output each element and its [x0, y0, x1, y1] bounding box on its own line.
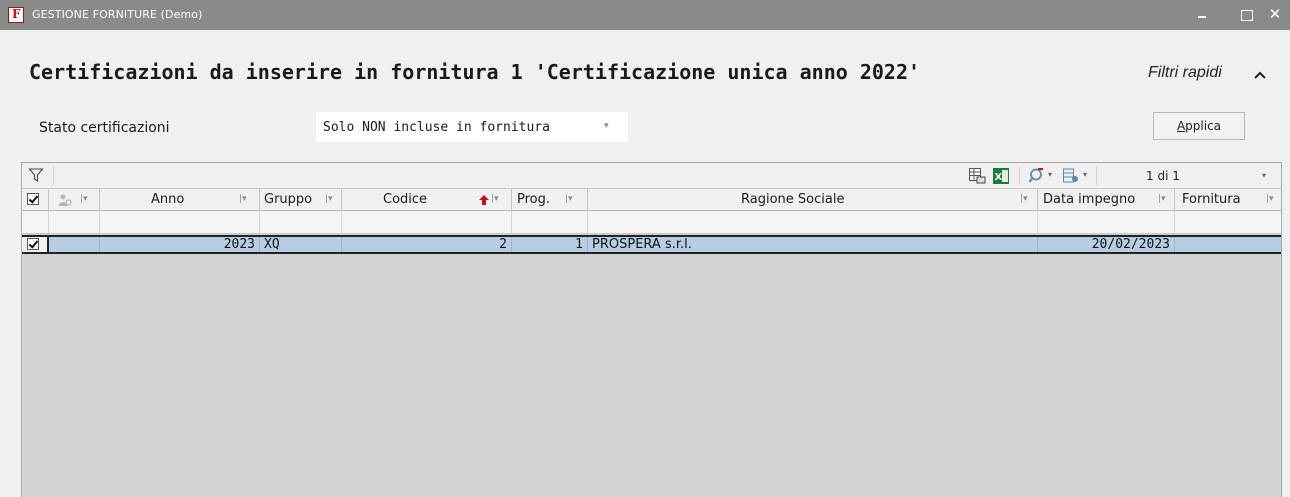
- filter-cell-gruppo[interactable]: [260, 211, 342, 234]
- users-icon: [58, 194, 72, 206]
- excel-export-icon[interactable]: X: [992, 167, 1010, 185]
- search-options-icon[interactable]: [1028, 167, 1046, 185]
- applica-label: pplica: [1185, 119, 1222, 133]
- toolbar-divider: [1019, 167, 1020, 185]
- dropdown-arrow-icon[interactable]: ▾: [1083, 170, 1087, 179]
- cell-ragione-sociale: PROSPERA s.r.l.: [588, 237, 1038, 252]
- cell-owner: [49, 237, 100, 252]
- cell-codice: 2: [342, 237, 512, 252]
- grid-header-row: |▾ Anno |▾ Gruppo |▾ Codice |▾ Prog. |▾ …: [22, 189, 1281, 211]
- dropdown-arrow-icon: ▾: [604, 121, 609, 131]
- column-header-anno[interactable]: Anno |▾: [100, 189, 260, 211]
- filter-cell-prog[interactable]: [512, 211, 588, 234]
- column-filter-icon[interactable]: |▾: [1158, 189, 1166, 210]
- select-all-checkbox[interactable]: [27, 193, 39, 205]
- column-header-owner[interactable]: |▾: [49, 189, 100, 211]
- table-row[interactable]: 2023 XQ 2 1 PROSPERA s.r.l. 20/02/2023: [22, 235, 1281, 254]
- column-label: Anno: [151, 192, 185, 207]
- column-filter-icon[interactable]: |▾: [239, 189, 247, 210]
- column-filter-icon[interactable]: |▾: [325, 189, 333, 210]
- row-select-cell[interactable]: [22, 237, 49, 252]
- filter-cell-anno[interactable]: [100, 211, 260, 234]
- window-title: GESTIONE FORNITURE (Demo): [32, 8, 203, 21]
- certificazioni-grid[interactable]: X ▾ ▾ 1 di 1 ▾ |▾ Anno |▾ Gruppo |▾ Codi…: [21, 162, 1282, 497]
- column-label: Ragione Sociale: [741, 192, 845, 207]
- cell-fornitura: [1175, 237, 1281, 252]
- close-button[interactable]: ✕: [1260, 0, 1290, 30]
- applica-button[interactable]: Applica: [1153, 112, 1245, 140]
- column-label: Data impegno: [1043, 192, 1136, 207]
- row-checkbox[interactable]: [27, 238, 39, 250]
- pager-label: 1 di 1: [1146, 169, 1180, 183]
- filter-cell: [22, 211, 49, 234]
- column-header-codice[interactable]: Codice |▾: [342, 189, 512, 211]
- stato-certificazioni-label: Stato certificazioni: [39, 120, 170, 136]
- pager-dropdown-icon[interactable]: ▾: [1262, 171, 1266, 180]
- column-header-gruppo[interactable]: Gruppo |▾: [260, 189, 342, 211]
- dropdown-arrow-icon[interactable]: ▾: [1048, 170, 1052, 179]
- column-filter-icon[interactable]: |▾: [1020, 189, 1028, 210]
- column-filter-icon[interactable]: |▾: [80, 189, 88, 210]
- filter-cell-codice[interactable]: [342, 211, 512, 234]
- grid-settings-icon[interactable]: [1062, 167, 1080, 185]
- toolbar-divider: [1096, 167, 1097, 185]
- column-header-fornitura[interactable]: Fornitura |▾: [1175, 189, 1281, 211]
- cell-gruppo: XQ: [260, 237, 342, 252]
- cell-anno: 2023: [100, 237, 260, 252]
- filtri-rapidi-toggle[interactable]: Filtri rapidi: [1148, 64, 1222, 82]
- grid-filter-row: [22, 211, 1281, 234]
- column-label: Prog.: [517, 192, 551, 207]
- column-header-data-impegno[interactable]: Data impegno |▾: [1038, 189, 1175, 211]
- column-filter-icon[interactable]: |▾: [1266, 189, 1274, 210]
- toolbar-divider: [53, 167, 54, 185]
- select-all-header[interactable]: [22, 189, 49, 211]
- filter-cell-data-impegno[interactable]: [1038, 211, 1175, 234]
- window-titlebar: GESTIONE FORNITURE (Demo) ✕: [0, 0, 1290, 30]
- stato-selected-value: Solo NON incluse in fornitura: [323, 120, 550, 135]
- grid-toolbar: X ▾ ▾ 1 di 1 ▾: [22, 163, 1281, 189]
- filter-cell[interactable]: [49, 211, 100, 234]
- column-header-ragione-sociale[interactable]: Ragione Sociale |▾: [588, 189, 1038, 211]
- app-logo-icon: [8, 7, 24, 23]
- column-label: Gruppo: [264, 192, 313, 207]
- minimize-button[interactable]: [1180, 0, 1224, 30]
- applica-accelerator: A: [1176, 119, 1186, 133]
- page-title: Certificazioni da inserire in fornitura …: [29, 60, 921, 84]
- cell-prog: 1: [512, 237, 588, 252]
- chevron-up-icon[interactable]: [1253, 68, 1267, 82]
- filter-cell-ragione-sociale[interactable]: [588, 211, 1038, 234]
- column-filter-icon[interactable]: |▾: [565, 189, 573, 210]
- cell-data-impegno: 20/02/2023: [1038, 237, 1175, 252]
- print-grid-icon[interactable]: [968, 167, 986, 185]
- filter-icon[interactable]: [28, 167, 44, 183]
- column-label: Codice: [383, 192, 428, 207]
- sort-ascending-icon: [479, 195, 489, 205]
- stato-certificazioni-select[interactable]: Solo NON incluse in fornitura ▾: [316, 112, 628, 142]
- column-label: Fornitura: [1182, 192, 1241, 207]
- column-filter-icon[interactable]: |▾: [491, 189, 499, 210]
- column-header-prog[interactable]: Prog. |▾: [512, 189, 588, 211]
- svg-text:X: X: [995, 172, 1003, 183]
- filter-cell-fornitura[interactable]: [1175, 211, 1281, 234]
